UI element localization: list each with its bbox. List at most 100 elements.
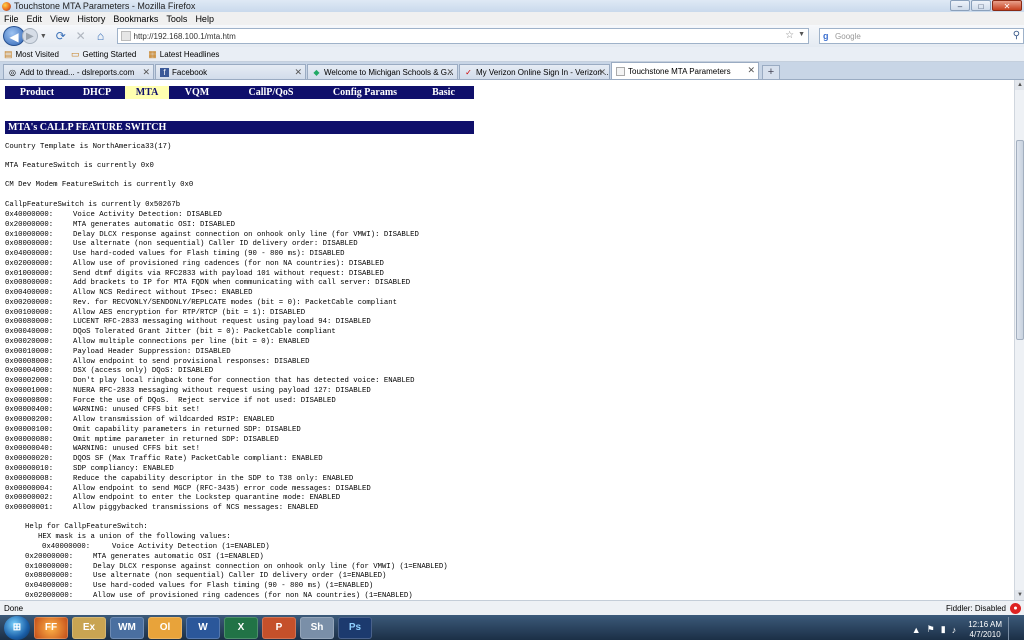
- url-bar[interactable]: http://192.168.100.1/mta.htm ☆ ▼: [116, 28, 810, 44]
- taskbar-firefox[interactable]: FF: [34, 616, 68, 639]
- clock[interactable]: 12:16 AM 4/7/2010: [968, 620, 1002, 640]
- search-magnifier-icon[interactable]: ⚲: [1013, 30, 1020, 41]
- help-intro: HEX mask is a union of the following val…: [38, 533, 231, 541]
- callp-featureswitch-text: CallpFeatureSwitch is currently 0x50267b: [5, 201, 181, 209]
- show-desktop-button[interactable]: [1008, 617, 1018, 640]
- flag-description: Allow endpoint to send provisional respo…: [73, 357, 310, 366]
- maximize-button[interactable]: □: [971, 0, 991, 11]
- google-search-engine-icon[interactable]: g: [823, 31, 833, 41]
- fiddler-icon[interactable]: ●: [1010, 603, 1021, 614]
- help-row: 0x08000000: Use alternate (non sequential…: [25, 572, 386, 582]
- flag-hex: 0x01000000:: [5, 269, 54, 278]
- page-favicon-icon: [120, 31, 131, 41]
- flag-hex: 0x00000100:: [5, 425, 54, 434]
- flag-row: 0x00100000: Allow AES encryption for RTP/…: [5, 309, 305, 319]
- flag-row: 0x00001000: NUERA RFC-2833 messaging with…: [5, 387, 371, 397]
- menu-help[interactable]: Help: [191, 14, 218, 24]
- nav-basic[interactable]: Basic: [413, 86, 474, 99]
- clock-date: 4/7/2010: [969, 629, 1001, 639]
- clock-time: 12:16 AM: [968, 619, 1002, 629]
- flag-description: MTA generates automatic OSI: DISABLED: [73, 220, 236, 229]
- flag-description: Delay DLCX response against connection o…: [73, 230, 419, 239]
- menu-history[interactable]: History: [73, 14, 109, 24]
- nav-dhcp[interactable]: DHCP: [69, 86, 125, 99]
- volume-icon[interactable]: ♪: [952, 625, 957, 635]
- status-text: Done: [4, 603, 24, 613]
- flag-description: Add brackets to IP for MTA FQDN when com…: [73, 279, 411, 288]
- tab-michigan-schools[interactable]: ◆ Welcome to Michigan Schools & G... ✕: [307, 64, 458, 79]
- taskbar-powerpoint[interactable]: P: [262, 616, 296, 639]
- nav-config-params[interactable]: Config Params: [317, 86, 413, 99]
- taskbar-word[interactable]: W: [186, 616, 220, 639]
- flag-hex: 0x00008000:: [5, 357, 54, 366]
- flag-row: 0x00004000: DSX (access only) DQoS: DISAB…: [5, 367, 213, 377]
- url-dropdown-icon[interactable]: ▼: [798, 31, 805, 38]
- tab-touchstone-mta[interactable]: Touchstone MTA Parameters ✕: [611, 62, 759, 79]
- taskbar-outlook[interactable]: Ol: [148, 616, 182, 639]
- close-button[interactable]: ✕: [992, 0, 1022, 11]
- tab-close-icon[interactable]: ✕: [747, 65, 755, 76]
- flag-row: 0x00000400: WARNING: unused CFFS bit set!: [5, 406, 200, 416]
- menu-file[interactable]: File: [0, 14, 23, 24]
- flag-description: LUCENT RFC-2833 messaging without reques…: [73, 318, 371, 327]
- menu-edit[interactable]: Edit: [23, 14, 47, 24]
- flag-row: 0x00000040: WARNING: unused CFFS bit set!: [5, 445, 200, 455]
- nav-mta[interactable]: MTA: [125, 86, 169, 99]
- tab-verizon[interactable]: ✓ My Verizon Online Sign In - Verizon ..…: [459, 64, 610, 79]
- home-icon[interactable]: ⌂: [91, 29, 111, 43]
- flag-row: 0x00400000: Allow NCS Redirect without IP…: [5, 289, 253, 299]
- flag-description: Allow AES encryption for RTP/RTCP (bit =…: [73, 308, 306, 317]
- flag-hex: 0x00004000:: [5, 367, 54, 376]
- vertical-scrollbar[interactable]: ▲ ▼: [1014, 80, 1024, 600]
- flag-row: 0x04000000: Use hard-coded values for Fla…: [5, 250, 345, 260]
- nav-product[interactable]: Product: [5, 86, 69, 99]
- fiddler-status[interactable]: Fiddler: Disabled: [946, 604, 1006, 613]
- taskbar-explorer[interactable]: Ex: [72, 616, 106, 639]
- flag-row: 0x00000010: SDP compliancy: ENABLED: [5, 465, 174, 475]
- menu-bookmarks[interactable]: Bookmarks: [109, 14, 162, 24]
- nav-vqm[interactable]: VQM: [169, 86, 225, 99]
- flag-hex: 0x04000000:: [5, 250, 54, 259]
- tray-flag-icon[interactable]: ⚑: [927, 624, 935, 635]
- minimize-button[interactable]: –: [950, 0, 970, 11]
- taskbar-media-player[interactable]: WM: [110, 616, 144, 639]
- new-tab-button[interactable]: +: [762, 65, 780, 79]
- menu-view[interactable]: View: [46, 14, 73, 24]
- tab-close-icon[interactable]: ✕: [294, 67, 302, 78]
- bookmark-star-icon[interactable]: ☆: [785, 30, 794, 41]
- help-hex: 0x08000000:: [25, 572, 74, 581]
- tray-arrow-icon[interactable]: ▲: [912, 625, 921, 635]
- search-box[interactable]: g Google ⚲: [819, 28, 1024, 44]
- bookmark-latest-headlines[interactable]: ▦ Latest Headlines: [148, 49, 219, 60]
- history-dropdown-icon[interactable]: ▼: [40, 33, 47, 40]
- flag-hex: 0x00002000:: [5, 377, 54, 386]
- flag-hex: 0x00000010:: [5, 465, 54, 474]
- flag-description: Voice Activity Detection: DISABLED: [73, 211, 222, 219]
- flag-row: 0x10000000: Delay DLCX response against c…: [5, 231, 419, 241]
- start-button[interactable]: ⊞: [4, 615, 30, 640]
- bookmark-most-visited[interactable]: ▤ Most Visited: [4, 49, 59, 60]
- taskbar-photoshop[interactable]: Ps: [338, 616, 372, 639]
- tab-close-icon[interactable]: ✕: [598, 67, 606, 78]
- stop-icon[interactable]: ✕: [71, 29, 91, 43]
- scroll-up-arrow-icon[interactable]: ▲: [1015, 80, 1024, 90]
- bookmark-getting-started[interactable]: ▭ Getting Started: [71, 49, 136, 60]
- flag-hex: 0x08000000:: [5, 240, 54, 249]
- scrollbar-thumb[interactable]: [1016, 140, 1024, 340]
- tab-close-icon[interactable]: ✕: [446, 67, 454, 78]
- network-icon[interactable]: ▮: [941, 624, 946, 635]
- nav-callp-qos[interactable]: CallP/QoS: [225, 86, 317, 99]
- flag-description: SDP compliancy: ENABLED: [73, 465, 174, 474]
- tab-facebook[interactable]: f Facebook ✕: [155, 64, 306, 79]
- tab-dslreports[interactable]: ◎ Add to thread... - dslreports.com ✕: [3, 64, 154, 79]
- flag-description: Don't play local ringback tone for conne…: [73, 377, 415, 386]
- tab-close-icon[interactable]: ✕: [142, 67, 150, 78]
- reload-icon[interactable]: ⟳: [51, 29, 71, 43]
- taskbar-shell[interactable]: Sh: [300, 616, 334, 639]
- forward-arrow-icon[interactable]: ▶: [21, 28, 38, 44]
- flag-hex: 0x00400000:: [5, 289, 54, 298]
- flag-row: 0x02000000: Allow use of provisioned ring…: [5, 260, 384, 270]
- menu-tools[interactable]: Tools: [162, 14, 191, 24]
- taskbar-excel[interactable]: X: [224, 616, 258, 639]
- scroll-down-arrow-icon[interactable]: ▼: [1015, 590, 1024, 600]
